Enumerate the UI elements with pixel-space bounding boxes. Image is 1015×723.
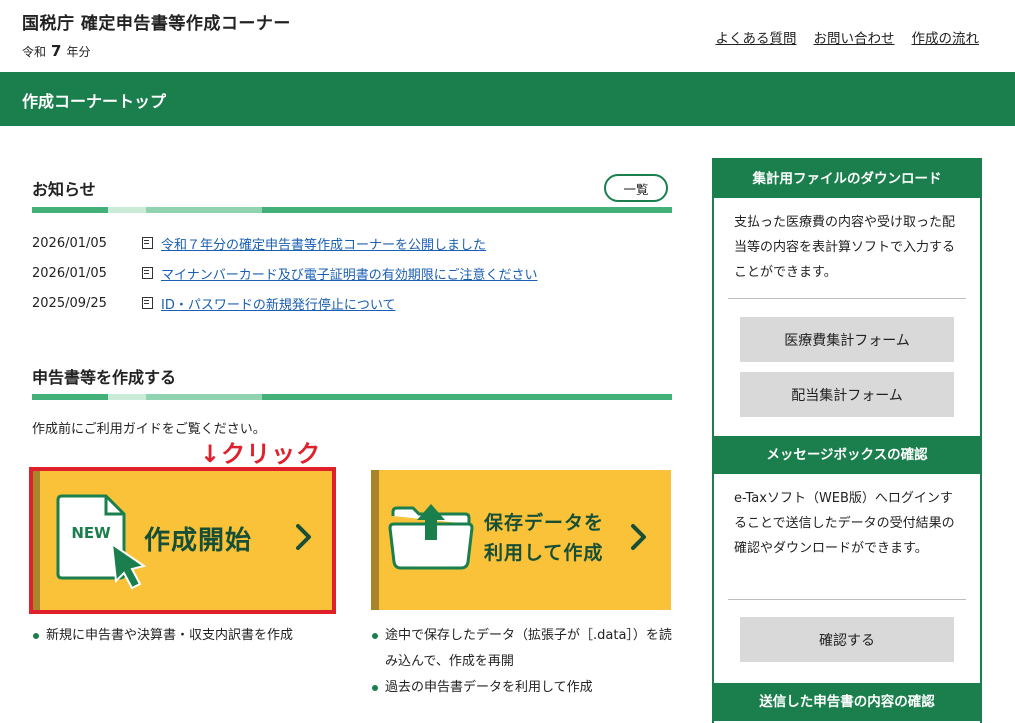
news-date: 2025/09/25: [32, 295, 107, 311]
document-icon: [142, 297, 153, 309]
page-title: 作成コーナートップ: [22, 92, 167, 111]
aggregate-download-title: 集計用ファイルのダウンロード: [714, 160, 980, 198]
tax-year: 令和 7 年分: [22, 42, 90, 60]
medical-expense-form-button[interactable]: 医療費集計フォーム: [740, 317, 954, 362]
aggregate-download-text: 支払った医療費の内容や受け取った配当等の内容を表計算ソフトで入力することができま…: [734, 215, 956, 280]
news-title-underline: [32, 207, 672, 213]
create-section-heading: 申告書等を作成する: [32, 364, 672, 400]
news-link[interactable]: マイナンバーカード及び電子証明書の有効期限にご注意ください: [161, 264, 537, 283]
saved-data-label-line1: 保存データを: [484, 512, 605, 534]
list-item: 新規に申告書や決算書・収支内訳書を作成: [32, 623, 342, 649]
create-title: 申告書等を作成する: [32, 368, 177, 387]
site-header: 国税庁 確定申告書等作成コーナー 令和 7 年分 よくある質問 お問い合わせ 作…: [0, 0, 1015, 72]
news-list: 2026/01/05 令和７年分の確定申告書等作成コーナーを公開しました 202…: [32, 228, 672, 318]
list-item: 途中で保存したデータ（拡張子が［.data］）を読み込んで、作成を再開: [371, 623, 681, 675]
card-edge: [371, 470, 379, 610]
use-saved-data-button[interactable]: 保存データを 利用して作成: [371, 470, 671, 610]
site-title: 国税庁 確定申告書等作成コーナー: [22, 14, 291, 34]
list-item: 2026/01/05 マイナンバーカード及び電子証明書の有効期限にご注意ください: [32, 258, 672, 288]
list-item: 過去の申告書データを利用して作成: [371, 675, 681, 701]
header-nav: よくある質問 お問い合わせ 作成の流れ: [716, 27, 980, 47]
create-title-underline: [32, 394, 672, 400]
news-link[interactable]: ID・パスワードの新規発行停止について: [161, 294, 395, 313]
messagebox-confirm-button[interactable]: 確認する: [740, 617, 954, 662]
news-section-heading: お知らせ: [32, 176, 672, 213]
news-list-all-button[interactable]: 一覧: [604, 174, 668, 202]
year-suffix: 年分: [66, 45, 91, 59]
document-icon: [142, 267, 153, 279]
saved-data-label-line2: 利用して作成: [484, 542, 604, 564]
dividend-form-button[interactable]: 配当集計フォーム: [740, 372, 954, 417]
sent-return-check-title: 送信した申告書の内容の確認: [714, 683, 980, 721]
start-card-notes: 新規に申告書や決算書・収支内訳書を作成: [32, 623, 342, 649]
page-title-bar: 作成コーナートップ: [0, 72, 1015, 126]
list-item: 2025/09/25 ID・パスワードの新規発行停止について: [32, 288, 672, 318]
chevron-right-icon: [631, 524, 646, 550]
news-link[interactable]: 令和７年分の確定申告書等作成コーナーを公開しました: [161, 234, 486, 253]
document-icon: [142, 237, 153, 249]
news-title: お知らせ: [32, 180, 96, 199]
messagebox-title: メッセージボックスの確認: [714, 436, 980, 474]
faq-link[interactable]: よくある質問: [716, 27, 797, 47]
year-number: 7: [51, 42, 62, 60]
sidebar: 集計用ファイルのダウンロード 支払った医療費の内容や受け取った配当等の内容を表計…: [712, 158, 982, 723]
contact-link[interactable]: お問い合わせ: [814, 27, 895, 47]
year-prefix: 令和: [22, 45, 47, 59]
saved-card-notes: 途中で保存したデータ（拡張子が［.data］）を読み込んで、作成を再開 過去の申…: [371, 623, 681, 701]
messagebox-text: e-Taxソフト（WEB版）へログインすることで送信したデータの受付結果の確認や…: [734, 491, 955, 556]
click-annotation: ↓クリック: [200, 440, 322, 468]
news-date: 2026/01/05: [32, 235, 107, 251]
click-highlight-frame: [29, 467, 336, 614]
use-saved-data-label: 保存データを 利用して作成: [484, 508, 604, 568]
news-date: 2026/01/05: [32, 265, 107, 281]
folder-upload-icon: [388, 504, 474, 570]
flow-link[interactable]: 作成の流れ: [912, 27, 980, 47]
list-item: 2026/01/05 令和７年分の確定申告書等作成コーナーを公開しました: [32, 228, 672, 258]
